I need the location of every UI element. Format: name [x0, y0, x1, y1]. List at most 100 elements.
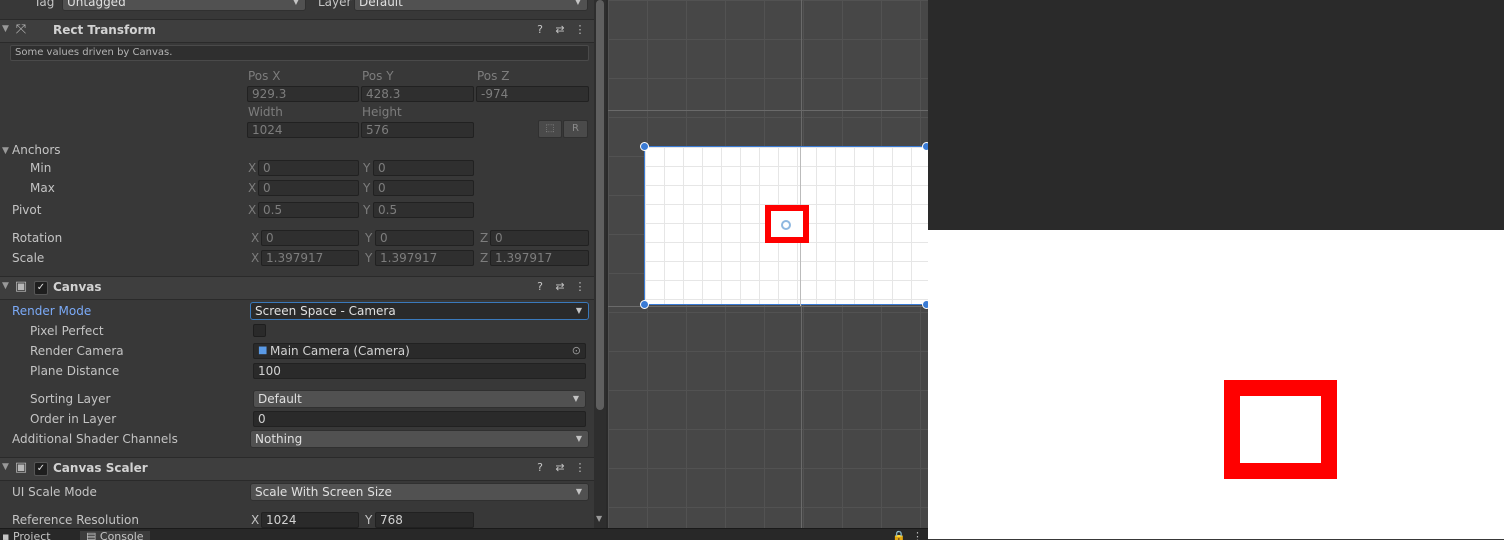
- anchor-max-y-field[interactable]: 0: [373, 180, 474, 196]
- canvas-scaler-header[interactable]: ▼ ▣ ✓ Canvas Scaler ? ⇄ ⋮: [0, 457, 594, 481]
- more-options-icon[interactable]: ⋮: [573, 461, 587, 475]
- inspector-scrollbar[interactable]: ▼: [594, 0, 606, 528]
- canvas-scaler-enabled-checkbox[interactable]: ✓: [34, 462, 48, 476]
- height-field[interactable]: 576: [361, 122, 474, 138]
- object-picker-icon[interactable]: ⊙: [572, 344, 581, 358]
- scale-x-field[interactable]: 1.397917: [261, 250, 359, 266]
- game-view[interactable]: [928, 0, 1504, 539]
- help-icon[interactable]: ?: [533, 23, 547, 37]
- scene-grid-line: [608, 110, 928, 111]
- scroll-down-arrow-icon[interactable]: ▼: [596, 514, 602, 523]
- scale-y-field[interactable]: 1.397917: [375, 250, 474, 266]
- reference-resolution-y-field[interactable]: 768: [375, 512, 474, 528]
- render-mode-dropdown[interactable]: Screen Space - Camera ▼: [250, 302, 589, 320]
- bottom-tab-bar: ▪ Project ▤ Console 🔒 ⋮: [0, 528, 928, 540]
- rect-transform-icon: ⤧: [15, 22, 27, 37]
- order-in-layer-label: Order in Layer: [30, 412, 117, 426]
- axis-y-label: Y: [365, 251, 373, 265]
- driven-by-canvas-note: Some values driven by Canvas.: [10, 45, 589, 61]
- rotation-x-field[interactable]: 0: [261, 230, 359, 246]
- help-icon[interactable]: ?: [533, 280, 547, 294]
- canvas-component-icon: ▣: [14, 279, 28, 294]
- camera-icon: ■: [258, 345, 268, 356]
- chevron-down-icon: ▼: [574, 0, 581, 6]
- anchor-max-label: Max: [30, 181, 55, 195]
- plane-distance-field[interactable]: 100: [253, 363, 586, 379]
- pos-z-field[interactable]: -974: [476, 86, 589, 102]
- presets-icon[interactable]: ⇄: [553, 461, 567, 475]
- foldout-arrow-icon[interactable]: ▼: [2, 462, 9, 472]
- layer-label: Layer: [318, 0, 352, 9]
- pivot-y-field[interactable]: 0.5: [373, 202, 474, 218]
- tag-value: Untagged: [67, 0, 126, 9]
- canvas-enabled-checkbox[interactable]: ✓: [34, 281, 48, 295]
- axis-x-label: X: [251, 513, 260, 527]
- presets-icon[interactable]: ⇄: [553, 280, 567, 294]
- red-square-render: [1224, 380, 1337, 479]
- shader-channels-dropdown[interactable]: Nothing ▼: [250, 430, 589, 448]
- foldout-arrow-icon[interactable]: ▼: [2, 281, 9, 291]
- pos-y-label: Pos Y: [362, 69, 394, 83]
- pixel-perfect-label: Pixel Perfect: [30, 324, 104, 338]
- width-field[interactable]: 1024: [247, 122, 359, 138]
- axis-z-label: Z: [480, 231, 489, 245]
- axis-z-label: Z: [480, 251, 489, 265]
- sorting-layer-label: Sorting Layer: [30, 392, 111, 406]
- rect-transform-title: Rect Transform: [53, 23, 156, 37]
- render-camera-field[interactable]: ■ Main Camera (Camera) ⊙: [253, 343, 586, 359]
- shader-channels-label: Additional Shader Channels: [12, 432, 178, 446]
- anchors-foldout-icon[interactable]: ▼: [2, 146, 9, 156]
- pos-z-label: Pos Z: [477, 69, 510, 83]
- scrollbar-thumb[interactable]: [596, 0, 604, 410]
- rotation-y-field[interactable]: 0: [375, 230, 474, 246]
- pivot-icon[interactable]: [781, 220, 791, 230]
- resize-handle[interactable]: [640, 300, 649, 309]
- sorting-layer-dropdown[interactable]: Default ▼: [253, 390, 586, 408]
- axis-y-label: Y: [363, 203, 371, 217]
- ui-scale-mode-dropdown[interactable]: Scale With Screen Size ▼: [250, 483, 589, 501]
- axis-x-label: X: [248, 203, 257, 217]
- layer-dropdown[interactable]: Default ▼: [354, 0, 588, 11]
- axis-y-label: Y: [365, 513, 373, 527]
- more-options-icon[interactable]: ⋮: [573, 23, 587, 37]
- axis-y-label: Y: [365, 231, 373, 245]
- pixel-perfect-checkbox[interactable]: [253, 324, 266, 337]
- scene-view[interactable]: [606, 0, 928, 528]
- raw-edit-button[interactable]: R: [563, 120, 588, 138]
- tag-dropdown[interactable]: Untagged ▼: [62, 0, 306, 11]
- rotation-z-field[interactable]: 0: [490, 230, 589, 246]
- render-camera-value: Main Camera (Camera): [270, 344, 410, 358]
- reference-resolution-x-field[interactable]: 1024: [261, 512, 359, 528]
- pivot-x-field[interactable]: 0.5: [258, 202, 359, 218]
- anchor-min-x-field[interactable]: 0: [258, 160, 359, 176]
- pos-x-field[interactable]: 929.3: [247, 86, 359, 102]
- pivot-label: Pivot: [12, 203, 42, 217]
- canvas-rect[interactable]: [644, 146, 928, 306]
- ui-scale-mode-value: Scale With Screen Size: [255, 485, 392, 499]
- axis-y-label: Y: [363, 181, 371, 195]
- scale-z-field[interactable]: 1.397917: [490, 250, 589, 266]
- scale-label: Scale: [12, 251, 45, 265]
- presets-icon[interactable]: ⇄: [553, 23, 567, 37]
- canvas-header[interactable]: ▼ ▣ ✓ Canvas ? ⇄ ⋮: [0, 276, 594, 300]
- more-options-icon[interactable]: ⋮: [573, 280, 587, 294]
- axis-y-label: Y: [363, 161, 371, 175]
- pos-y-field[interactable]: 428.3: [361, 86, 474, 102]
- foldout-arrow-icon[interactable]: ▼: [2, 24, 9, 34]
- anchor-min-y-field[interactable]: 0: [373, 160, 474, 176]
- canvas-title: Canvas: [53, 280, 102, 294]
- canvas-scaler-title: Canvas Scaler: [53, 461, 148, 475]
- chevron-down-icon: ▼: [292, 0, 299, 6]
- order-in-layer-field[interactable]: 0: [253, 411, 586, 427]
- shader-channels-value: Nothing: [255, 432, 303, 446]
- rect-transform-header[interactable]: ▼ ⤧ Rect Transform ? ⇄ ⋮: [0, 19, 594, 43]
- axis-x-label: X: [248, 161, 257, 175]
- anchor-max-x-field[interactable]: 0: [258, 180, 359, 196]
- anchor-min-label: Min: [30, 161, 52, 175]
- resize-handle[interactable]: [640, 142, 649, 151]
- canvas-scaler-icon: ▣: [14, 460, 28, 475]
- blueprint-mode-button[interactable]: ⬚: [538, 120, 562, 138]
- game-render-area: [928, 230, 1504, 539]
- height-label: Height: [362, 105, 402, 119]
- help-icon[interactable]: ?: [533, 461, 547, 475]
